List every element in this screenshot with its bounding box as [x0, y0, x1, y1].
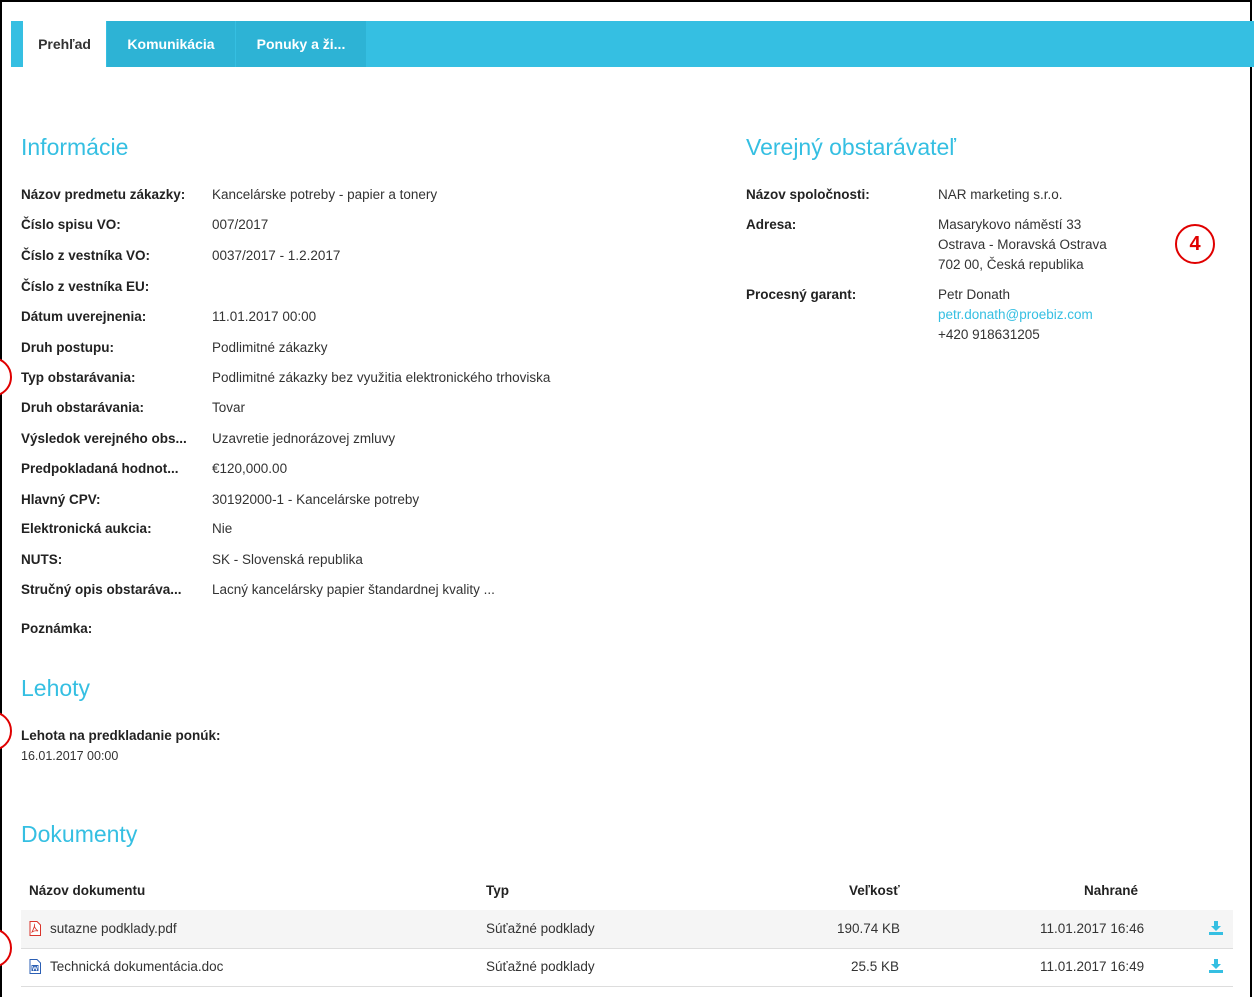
info-label: Druh postupu: — [21, 340, 114, 355]
info-label: Dátum uverejnenia: — [21, 309, 147, 324]
section-title-deadlines: Lehoty — [21, 675, 91, 701]
document-name-link[interactable]: Technická dokumentácia.doc — [50, 948, 223, 986]
info-label: Číslo z vestníka VO: — [21, 248, 151, 263]
info-value: Uzavretie jednorázovej zmluvy — [212, 431, 396, 446]
info-value: Kancelárske potreby - papier a tonery — [212, 187, 438, 202]
table-row: Technická dokumentácia.doc Súťažné podkl… — [21, 948, 1233, 987]
info-label: Typ obstarávania: — [21, 370, 136, 385]
document-uploaded: 11.01.2017 16:49 — [1040, 959, 1145, 974]
info-label: Hlavný CPV: — [21, 492, 101, 507]
info-value: Tovar — [212, 400, 246, 415]
info-label: Elektronická aukcia: — [21, 521, 152, 536]
section-title-info: Informácie — [21, 134, 129, 160]
download-icon[interactable] — [1209, 921, 1223, 935]
info-label: NUTS: — [21, 552, 63, 567]
guarantor-label: Procesný garant: — [746, 287, 857, 302]
word-file-icon — [29, 959, 41, 974]
info-label: Predpokladaná hodnot... — [21, 461, 179, 476]
annotation-marker-4: 4 — [1175, 224, 1215, 264]
tab-communication[interactable]: Komunikácia — [107, 21, 235, 67]
address-line-1: Masarykovo náměstí 33 — [938, 217, 1082, 232]
info-value: €120,000.00 — [212, 461, 288, 476]
header-size: Veľkosť — [849, 883, 900, 898]
company-label: Názov spoločnosti: — [746, 187, 870, 202]
guarantor-email-link[interactable]: petr.donath@proebiz.com — [938, 305, 1093, 325]
address-line-3: 702 00, Česká republika — [938, 257, 1084, 272]
section-title-buyer: Verejný obstarávateľ — [746, 134, 956, 160]
info-value: Podlimitné zákazky — [212, 340, 328, 355]
info-value: SK - Slovenská republika — [212, 552, 363, 567]
header-type: Typ — [486, 883, 509, 898]
address-label: Adresa: — [746, 217, 797, 232]
document-uploaded: 11.01.2017 16:46 — [1040, 921, 1145, 936]
info-label: Výsledok verejného obs... — [21, 431, 187, 446]
info-label: Názov predmetu zákazky: — [21, 187, 186, 202]
info-value: 0037/2017 - 1.2.2017 — [212, 248, 341, 263]
tab-overview[interactable]: Prehľad — [23, 21, 106, 67]
address-line-2: Ostrava - Moravská Ostrava — [938, 237, 1107, 252]
info-value: 11.01.2017 00:00 — [212, 309, 317, 324]
info-value: 30192000-1 - Kancelárske potreby — [212, 492, 420, 507]
company-value: NAR marketing s.r.o. — [938, 187, 1063, 202]
window-frame — [0, 0, 1252, 997]
document-type: Súťažné podklady — [486, 921, 595, 936]
document-name-link[interactable]: sutazne podklady.pdf — [50, 910, 177, 948]
info-label: Číslo spisu VO: — [21, 217, 121, 232]
deadline-value: 16.01.2017 00:00 — [21, 749, 119, 763]
info-value: Lacný kancelársky papier štandardnej kva… — [212, 582, 495, 597]
table-row: sutazne podklady.pdf Súťažné podklady 19… — [21, 910, 1233, 949]
section-title-documents: Dokumenty — [21, 821, 138, 847]
guarantor-phone: +420 918631205 — [938, 327, 1040, 342]
info-label: Stručný opis obstaráva... — [21, 582, 182, 597]
info-label: Druh obstarávania: — [21, 400, 145, 415]
info-value: Podlimitné zákazky bez využitia elektron… — [212, 370, 551, 385]
header-name: Názov dokumentu — [29, 883, 146, 898]
documents-table-header: Názov dokumentu Typ Veľkosť Nahrané — [21, 880, 1233, 911]
document-size: 25.5 KB — [851, 959, 900, 974]
info-value: Nie — [212, 521, 233, 536]
guarantor-name: Petr Donath — [938, 287, 1011, 302]
tab-offers[interactable]: Ponuky a ži... — [236, 21, 366, 67]
download-icon[interactable] — [1209, 959, 1223, 973]
pdf-file-icon — [29, 921, 41, 936]
header-uploaded: Nahrané — [1084, 883, 1139, 898]
deadline-label: Lehota na predkladanie ponúk: — [21, 728, 221, 743]
document-size: 190.74 KB — [837, 921, 901, 936]
info-label: Číslo z vestníka EU: — [21, 279, 150, 294]
info-value: 007/2017 — [212, 217, 269, 232]
document-type: Súťažné podklady — [486, 959, 595, 974]
note-label: Poznámka: — [21, 621, 93, 636]
